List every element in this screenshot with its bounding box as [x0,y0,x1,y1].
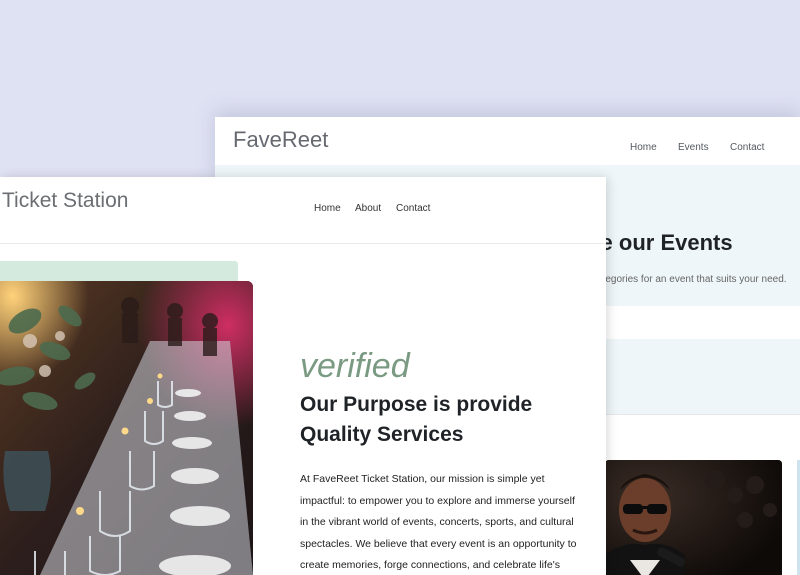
front-nav-home[interactable]: Home [314,203,341,214]
verified-tagline: verified [300,347,410,385]
front-nav-contact[interactable]: Contact [396,203,430,214]
front-brand-logo[interactable]: Ticket Station [2,189,128,213]
front-browser-window: Ticket Station Home About Contact verifi… [0,177,606,575]
banquet-table-photo [0,281,253,575]
back-nav-events[interactable]: Events [678,142,709,153]
front-header: Ticket Station Home About Contact [0,177,606,244]
about-paragraph: At FaveReet Ticket Station, our mission … [300,473,577,571]
back-header: FaveReet Home Events Contact [215,117,800,165]
back-brand-logo[interactable]: FaveReet [233,127,328,153]
back-event-photo[interactable] [605,460,782,575]
back-hero-title: re our Events [592,230,733,255]
accent-bar [0,261,238,281]
back-nav-home[interactable]: Home [630,142,657,153]
back-hero-subtitle: categories for an event that suits your … [592,274,787,285]
purpose-heading: Our Purpose is provide Quality Services [300,393,533,446]
front-nav-about[interactable]: About [355,203,381,214]
back-nav-contact[interactable]: Contact [730,142,764,153]
